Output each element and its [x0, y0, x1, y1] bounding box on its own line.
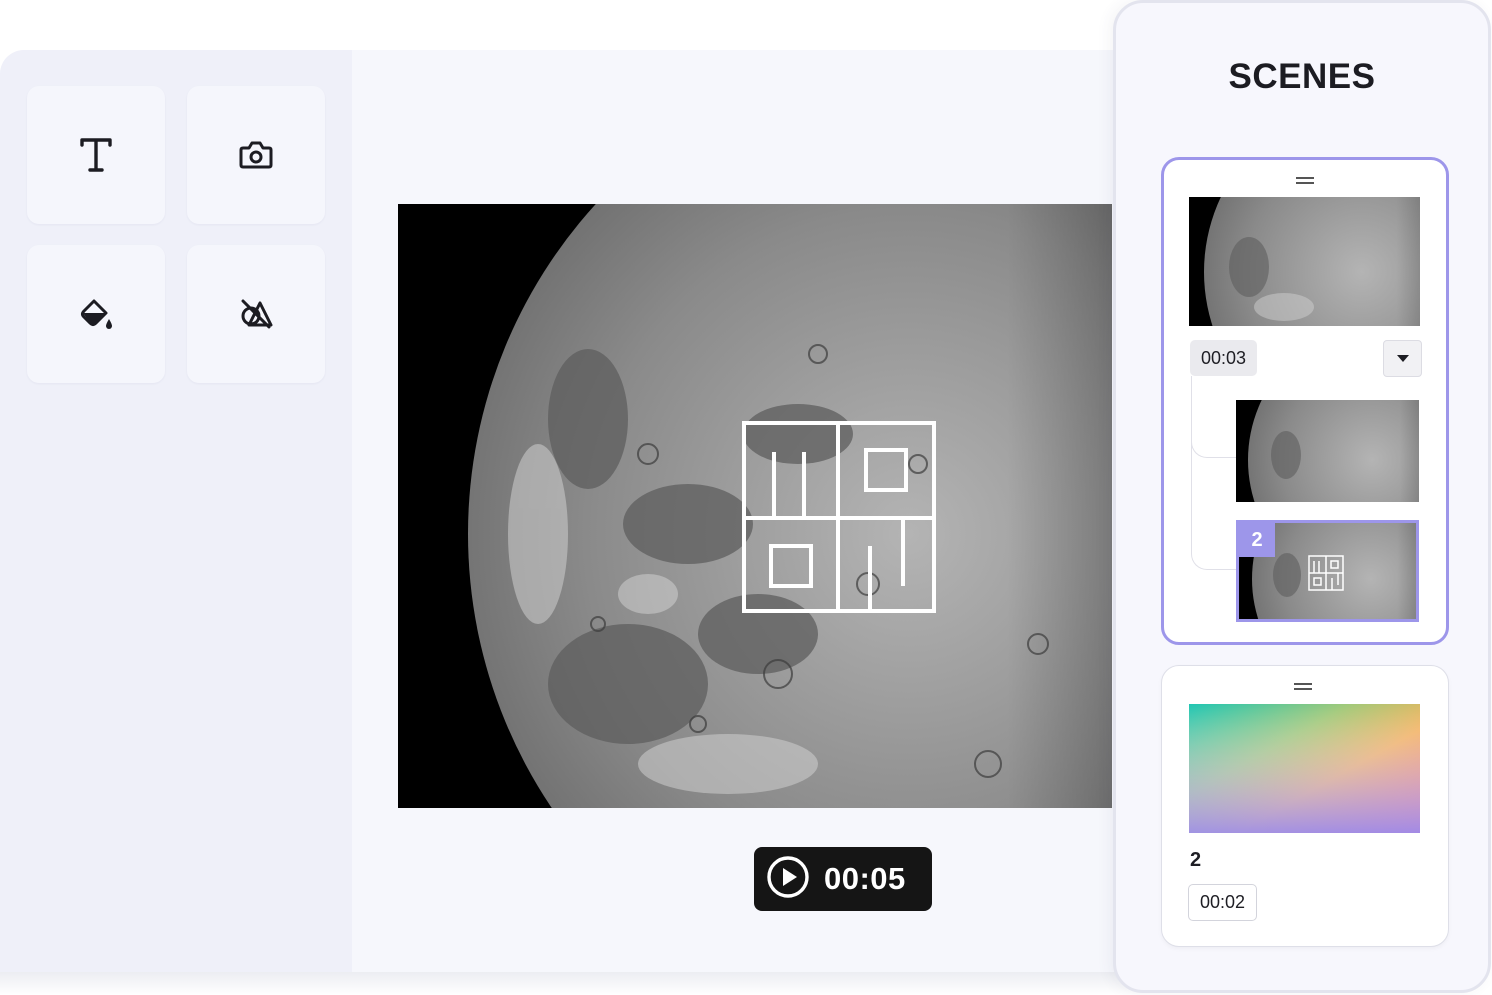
drag-handle-icon[interactable] [1294, 683, 1312, 690]
caret-down-icon [1396, 350, 1410, 368]
editor-workspace: 00:05 [0, 50, 1160, 972]
tool-panel [0, 50, 352, 972]
scene-card-1[interactable]: 00:03 2 [1161, 157, 1449, 645]
scene-dropdown-button[interactable] [1383, 340, 1422, 377]
editor-shadow [0, 972, 1160, 995]
shapes-icon [239, 297, 273, 331]
preview-canvas[interactable] [398, 204, 1112, 808]
play-icon [766, 855, 810, 904]
gradient-thumbnail[interactable] [1189, 704, 1420, 833]
paint-bucket-icon [78, 297, 114, 331]
scenes-title: SCENES [1228, 57, 1376, 96]
text-tool-button[interactable] [27, 86, 165, 224]
fill-tool-button[interactable] [27, 245, 165, 383]
shapes-tool-button[interactable] [187, 245, 325, 383]
camera-icon [239, 140, 273, 170]
moon-image [468, 204, 1112, 808]
tree-connector [1191, 420, 1236, 570]
text-icon [79, 136, 113, 174]
sub-scene-badge: 2 [1239, 523, 1275, 557]
play-button[interactable]: 00:05 [754, 847, 932, 911]
scene-number: 2 [1190, 849, 1202, 871]
scene-duration[interactable]: 00:02 [1188, 884, 1258, 921]
scenes-panel: SCENES 00:03 2 2 00:02 [1113, 0, 1491, 993]
sub-scene-thumbnail[interactable] [1236, 400, 1419, 502]
scene-duration[interactable]: 00:03 [1190, 340, 1258, 376]
playback-time: 00:05 [824, 861, 906, 896]
drag-handle-icon[interactable] [1296, 177, 1314, 184]
camera-tool-button[interactable] [187, 86, 325, 224]
sub-scene-selected[interactable]: 2 [1236, 520, 1419, 622]
scene-thumbnail[interactable] [1189, 197, 1420, 326]
scene-card-2[interactable]: 2 00:02 [1161, 665, 1449, 947]
